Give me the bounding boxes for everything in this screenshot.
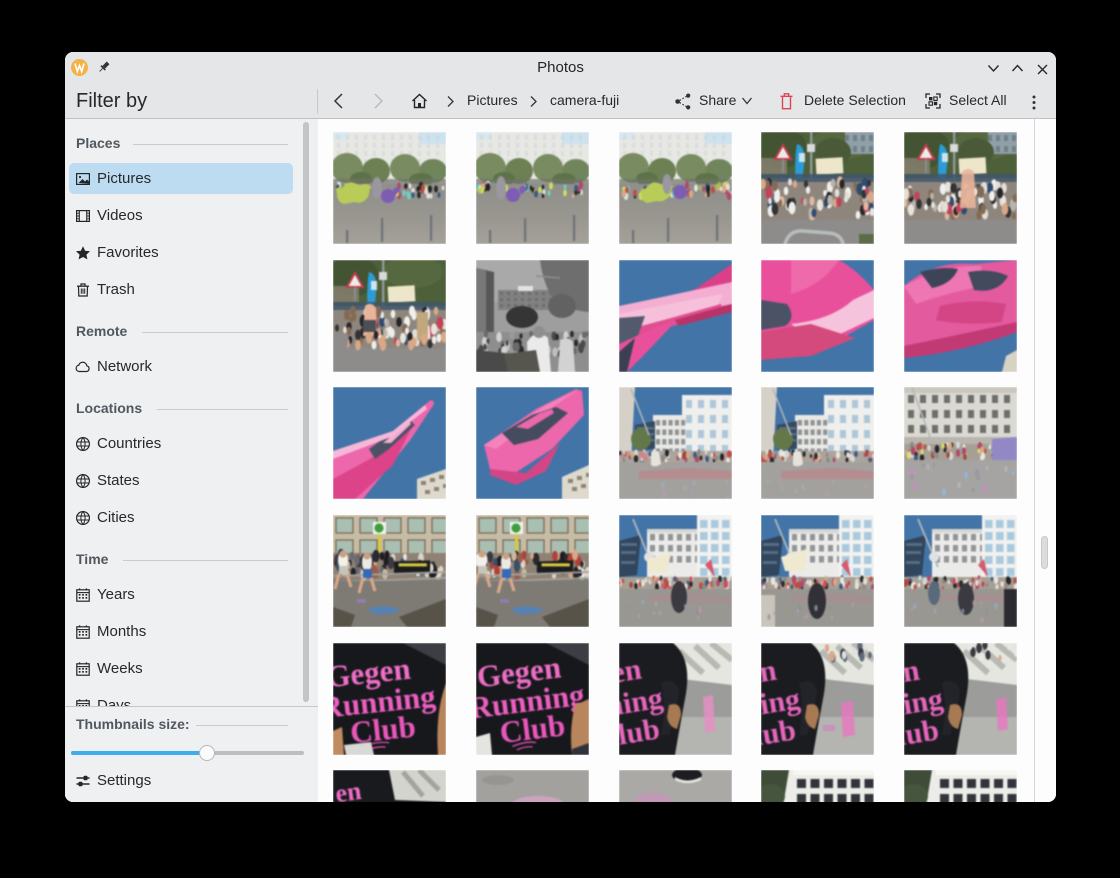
svg-text:lub: lub — [619, 713, 662, 752]
svg-text:en: en — [333, 776, 363, 802]
svg-text:lub: lub — [904, 713, 941, 752]
svg-text:lub: lub — [761, 713, 798, 752]
